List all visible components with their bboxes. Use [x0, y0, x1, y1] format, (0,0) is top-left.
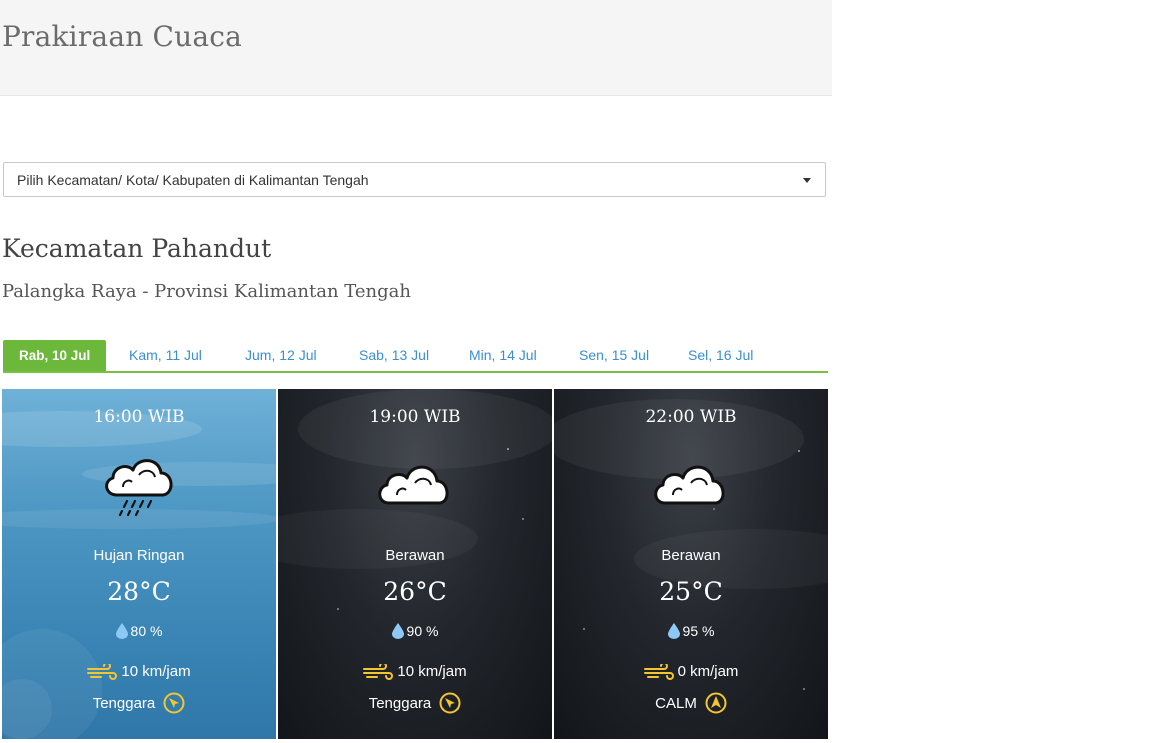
tab-kam-11-jul[interactable]: Kam, 11 Jul — [129, 340, 202, 371]
water-drop-icon — [667, 623, 680, 639]
forecast-card: 19:00 WIB Berawan 26°C 90 % 10 km/jam Te… — [278, 389, 552, 739]
tab-sen-15-jul[interactable]: Sen, 15 Jul — [579, 340, 649, 371]
humidity-value: 80 % — [130, 623, 163, 639]
wind-direction-label: Tenggara — [368, 694, 432, 712]
wind-icon — [87, 663, 118, 680]
wind-direction-label: Tenggara — [92, 694, 156, 712]
forecast-humidity: 90 % — [278, 623, 552, 639]
forecast-card: 16:00 WIB Hujan Ringan 28°C 80 % 10 km/j… — [2, 389, 276, 739]
forecast-time: 22:00 WIB — [645, 407, 737, 427]
forecast-card: 22:00 WIB Berawan 25°C 95 % 0 km/jam CAL… — [554, 389, 828, 739]
forecast-wind-direction: Tenggara — [278, 692, 552, 714]
location-title: Kecamatan Pahandut — [2, 234, 272, 263]
tab-jum-12-jul[interactable]: Jum, 12 Jul — [245, 340, 317, 371]
wind-icon — [643, 663, 674, 680]
location-select[interactable]: Pilih Kecamatan/ Kota/ Kabupaten di Kali… — [3, 162, 826, 197]
tab-sab-13-jul[interactable]: Sab, 13 Jul — [359, 340, 429, 371]
water-drop-icon — [115, 623, 128, 639]
wind-speed: 10 km/jam — [397, 663, 467, 680]
forecast-condition: Hujan Ringan — [93, 547, 185, 564]
forecast-temperature: 28°C — [107, 577, 171, 606]
page-title: Prakiraan Cuaca — [2, 20, 243, 53]
night-background — [554, 399, 828, 690]
location-subtitle: Palangka Raya - Provinsi Kalimantan Teng… — [2, 281, 411, 302]
humidity-value: 90 % — [406, 623, 439, 639]
tab-min-14-jul[interactable]: Min, 14 Jul — [469, 340, 537, 371]
compass-arrow-icon — [163, 692, 185, 714]
cloud-icon — [654, 465, 725, 505]
night-background — [278, 389, 552, 710]
tab-sel-16-jul[interactable]: Sel, 16 Jul — [688, 340, 753, 371]
cloud-rain-icon — [105, 459, 173, 517]
cloud-icon — [378, 465, 449, 505]
wind-icon — [363, 663, 394, 680]
sky-background — [2, 411, 276, 739]
forecast-condition: Berawan — [385, 547, 445, 564]
wind-direction-label: CALM — [655, 694, 697, 712]
forecast-wind: 10 km/jam — [2, 663, 276, 680]
forecast-wind-direction: Tenggara — [2, 692, 276, 714]
compass-arrow-icon — [439, 692, 461, 714]
forecast-wind: 10 km/jam — [278, 663, 552, 680]
forecast-time: 19:00 WIB — [369, 407, 461, 427]
forecast-time: 16:00 WIB — [93, 407, 185, 427]
location-select-label: Pilih Kecamatan/ Kota/ Kabupaten di Kali… — [17, 172, 369, 188]
forecast-humidity: 95 % — [554, 623, 828, 639]
water-drop-icon — [391, 623, 404, 639]
wind-speed: 10 km/jam — [121, 663, 191, 680]
page-header: Prakiraan Cuaca — [0, 0, 832, 96]
forecast-wind: 0 km/jam — [554, 663, 828, 680]
forecast-temperature: 26°C — [383, 577, 447, 606]
compass-up-arrow-icon — [705, 692, 727, 714]
humidity-value: 95 % — [682, 623, 715, 639]
forecast-wind-direction: CALM — [554, 692, 828, 714]
forecast-condition: Berawan — [661, 547, 721, 564]
forecast-temperature: 25°C — [659, 577, 723, 606]
date-tabs: Rab, 10 Jul Kam, 11 Jul Jum, 12 Jul Sab,… — [3, 340, 828, 373]
wind-speed: 0 km/jam — [677, 663, 739, 680]
tab-rab-10-jul[interactable]: Rab, 10 Jul — [3, 340, 107, 371]
forecast-humidity: 80 % — [2, 623, 276, 639]
caret-down-icon — [803, 178, 811, 183]
